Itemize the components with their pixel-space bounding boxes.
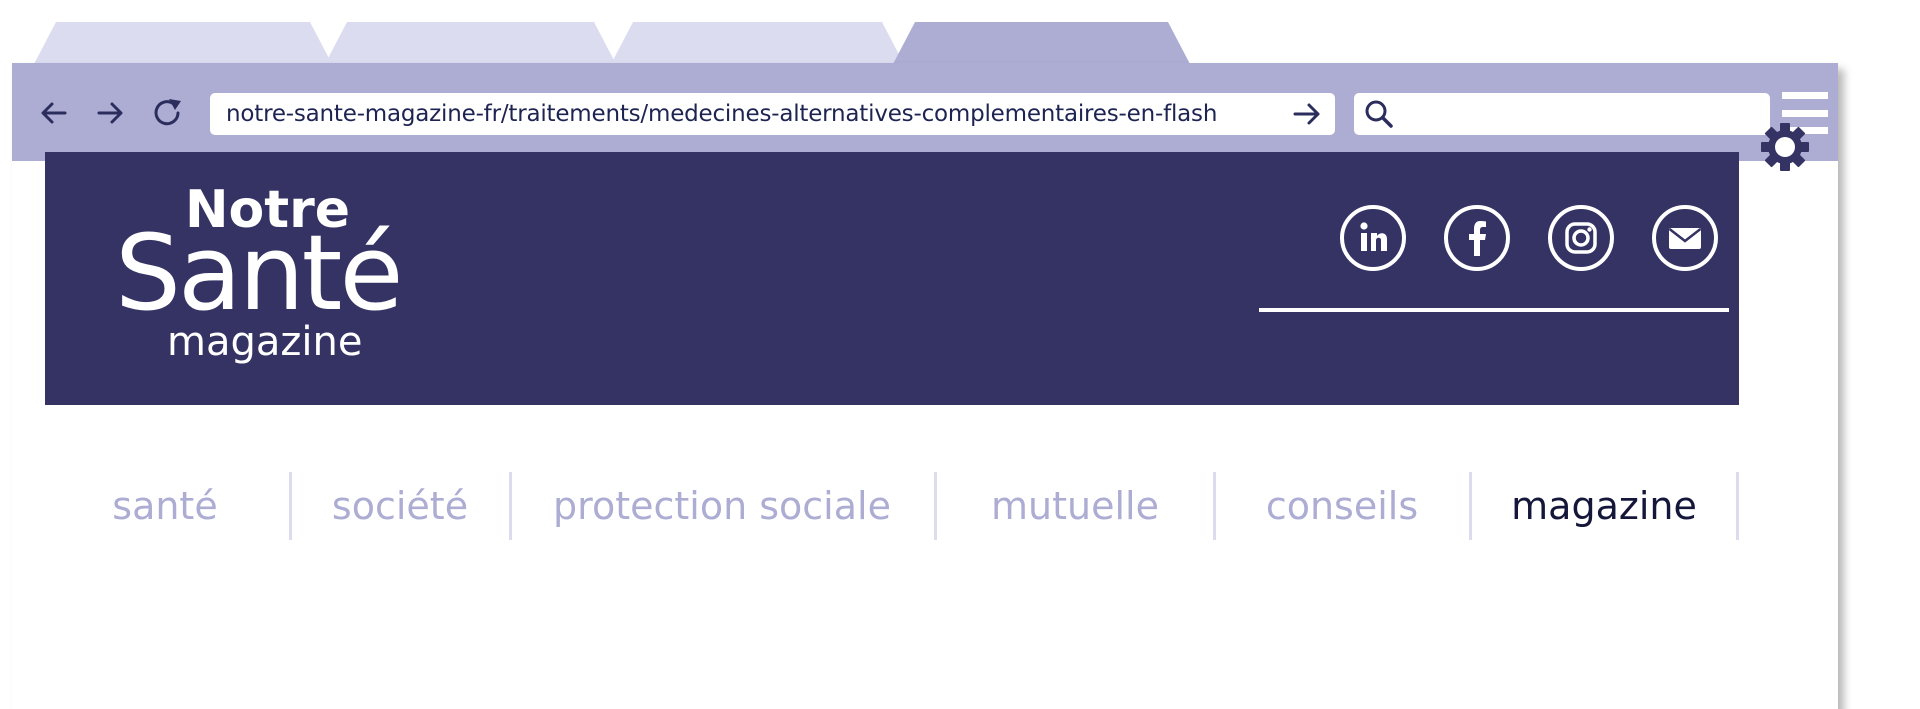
nav-item-magazine[interactable]: magazine [1472, 470, 1736, 542]
site-logo[interactable]: Notre Santé magazine [115, 182, 415, 382]
nav-item-protection-sociale[interactable]: protection sociale [512, 470, 932, 542]
search-input[interactable] [1396, 95, 1770, 133]
arrow-right-icon [1293, 103, 1320, 125]
instagram-icon[interactable] [1547, 204, 1615, 272]
main-nav: santé société protection sociale mutuell… [45, 470, 1745, 542]
nav-separator [1736, 472, 1739, 540]
search-icon [1365, 100, 1393, 128]
gear-icon[interactable] [1760, 122, 1810, 172]
reload-icon [154, 99, 181, 126]
logo-line-sante: Santé [115, 212, 403, 334]
linkedin-icon[interactable] [1339, 204, 1407, 272]
forward-button[interactable] [90, 93, 130, 133]
hamburger-bar [1782, 109, 1828, 117]
nav-item-conseils[interactable]: conseils [1216, 470, 1468, 542]
go-button[interactable] [1289, 96, 1325, 132]
nav-item-mutuelle[interactable]: mutuelle [937, 470, 1213, 542]
search-bar[interactable] [1354, 93, 1770, 135]
stage: notre-sante-magazine-fr/traitements/mede… [0, 0, 1920, 709]
browser-tab-3[interactable] [611, 22, 904, 64]
address-text[interactable]: notre-sante-magazine-fr/traitements/mede… [226, 101, 1289, 127]
arrow-right-icon [97, 102, 123, 124]
nav-item-societe[interactable]: société [292, 470, 508, 542]
back-button[interactable] [34, 93, 74, 133]
browser-tab-1[interactable] [34, 22, 332, 64]
nav-item-sante[interactable]: santé [45, 470, 285, 542]
browser-tab-2[interactable] [325, 22, 616, 64]
site-banner: Notre Santé magazine [45, 152, 1739, 405]
facebook-icon[interactable] [1443, 204, 1511, 272]
banner-divider [1259, 308, 1729, 312]
hamburger-bar [1782, 92, 1828, 99]
arrow-left-icon [41, 102, 67, 124]
logo-line-magazine: magazine [167, 319, 363, 365]
browser-toolbar: notre-sante-magazine-fr/traitements/mede… [12, 63, 1838, 161]
mail-icon[interactable] [1651, 204, 1719, 272]
address-bar[interactable]: notre-sante-magazine-fr/traitements/mede… [210, 93, 1335, 135]
browser-tab-active[interactable] [893, 22, 1190, 64]
reload-button[interactable] [148, 93, 188, 133]
